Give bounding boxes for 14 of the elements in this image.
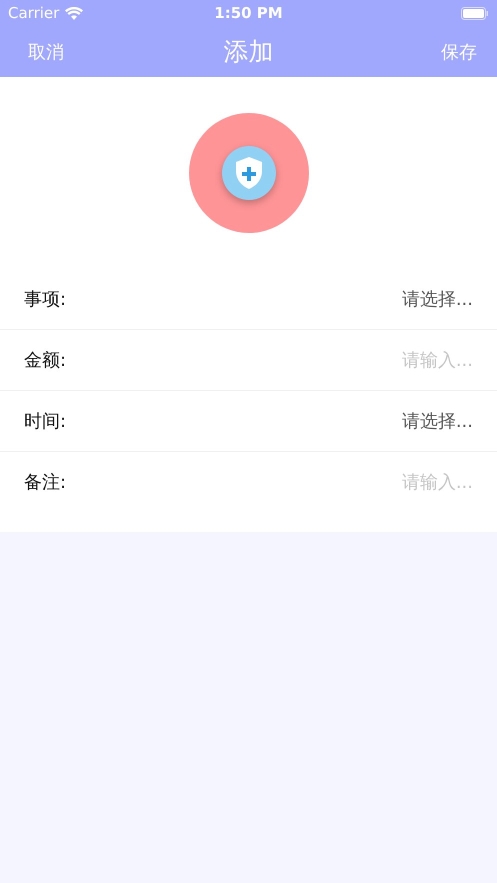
wifi-icon [65, 6, 84, 20]
input-field[interactable]: 请输入... [273, 350, 473, 370]
picker-field[interactable]: 请选择... [402, 286, 473, 310]
input-field[interactable]: 请输入... [273, 472, 473, 492]
carrier-label: Carrier [8, 4, 60, 22]
battery-icon [461, 6, 489, 20]
field-label: 备注: [24, 471, 66, 494]
field-label: 时间: [24, 410, 66, 433]
field-label: 金额: [24, 349, 66, 372]
field-label: 事项: [24, 288, 66, 310]
shield-plus-icon [222, 146, 276, 200]
clock-label: 1:50 PM [214, 4, 283, 22]
picker-field[interactable]: 请选择... [402, 409, 473, 433]
page-title: 添加 [224, 36, 274, 68]
